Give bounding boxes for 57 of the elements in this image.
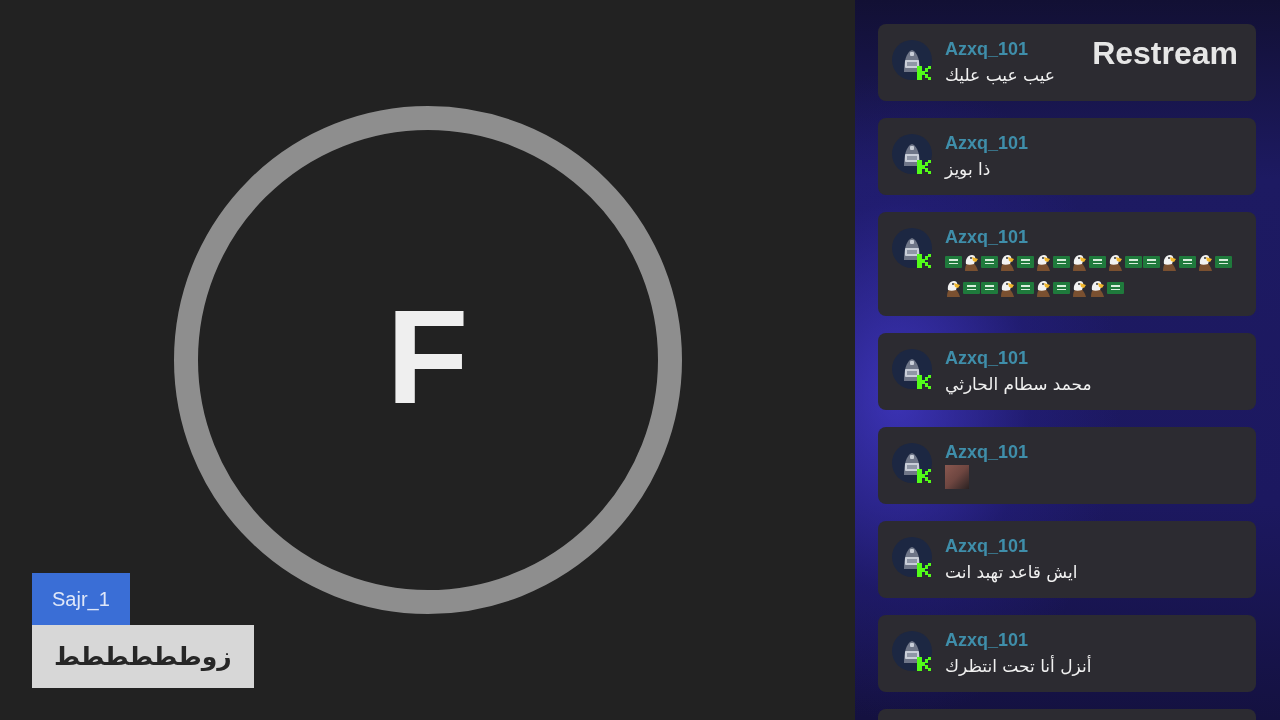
eagle-icon <box>999 253 1016 271</box>
chat-message-text: ذا بويز <box>945 158 991 181</box>
avatar-icon <box>892 537 932 577</box>
eagle-icon <box>1071 279 1088 297</box>
eagle-icon <box>1107 253 1124 271</box>
platform-badge-icon <box>917 66 931 80</box>
chat-message-text: ايش قاعد تهبد انت <box>945 561 1078 585</box>
flag-icon <box>1215 253 1232 271</box>
chat-message-text: عيب عيب عليك <box>945 64 1055 87</box>
eagle-icon <box>1161 253 1178 271</box>
chat-author-name: Azxq_101 <box>945 441 1029 464</box>
chat-author-name: Azxq_101 <box>945 226 1029 249</box>
eagle-icon <box>1197 253 1214 271</box>
chat-author-name: Azxq_101 <box>945 132 1029 155</box>
flag-icon <box>1053 253 1070 271</box>
flag-icon <box>1107 279 1124 297</box>
platform-badge-icon <box>917 657 931 671</box>
platform-badge-icon <box>917 375 931 389</box>
participant-name-label: Sajr_1 <box>32 573 130 625</box>
chat-author-name: Azxq_101 <box>945 38 1029 61</box>
flag-icon <box>981 279 998 297</box>
flag-icon <box>1179 253 1196 271</box>
flag-icon <box>1125 253 1142 271</box>
chat-author-name: Azxq_101 <box>945 629 1029 652</box>
avatar-icon <box>892 134 932 174</box>
avatar-icon <box>892 443 932 483</box>
eagle-icon <box>999 279 1016 297</box>
brand-logo-text: Restream <box>1092 37 1238 69</box>
avatar-icon <box>892 228 932 268</box>
flag-icon <box>1143 253 1160 271</box>
flag-icon <box>1053 279 1070 297</box>
participant-caption: زوطططططط <box>32 625 254 688</box>
avatar-icon <box>892 631 932 671</box>
platform-badge-icon <box>917 254 931 268</box>
chat-message-text: محمد سطام الحارثي <box>945 373 1092 397</box>
chat-message-text: أنزل أنا تحت انتظرك <box>945 654 1092 678</box>
flag-icon <box>1017 253 1034 271</box>
eagle-icon <box>1035 279 1052 297</box>
platform-badge-icon <box>917 160 931 174</box>
avatar-icon <box>892 40 932 80</box>
flag-icon <box>981 253 998 271</box>
chat-author-name: Azxq_101 <box>945 535 1029 558</box>
flag-icon <box>963 279 980 297</box>
avatar-icon <box>892 349 932 389</box>
flag-icon <box>1017 279 1034 297</box>
avatar-initial: F <box>386 290 469 424</box>
eagle-icon <box>1071 253 1088 271</box>
flag-icon <box>1089 253 1106 271</box>
platform-badge-icon <box>917 563 931 577</box>
photo-placeholder <box>945 465 969 489</box>
eagle-icon <box>1035 253 1052 271</box>
flag-icon <box>945 253 962 271</box>
eagle-icon <box>1089 279 1106 297</box>
eagle-icon <box>963 253 980 271</box>
platform-badge-icon <box>917 469 931 483</box>
chat-author-name: Azxq_101 <box>945 347 1029 370</box>
eagle-icon <box>945 279 962 297</box>
